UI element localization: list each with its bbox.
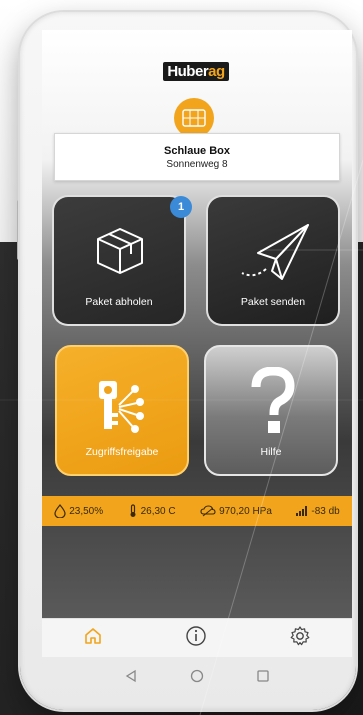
paper-plane-icon xyxy=(241,224,309,280)
app-screen: Huberag Schlaue Box Sonnenweg 8 Paket ab… xyxy=(42,30,352,618)
brand-logo: Huberag xyxy=(159,60,233,82)
question-mark-icon xyxy=(251,367,295,433)
access-share-button[interactable]: Zugriffsfreigabe xyxy=(55,345,189,476)
box-address: Sonnenweg 8 xyxy=(166,158,228,170)
send-package-button[interactable]: Paket senden xyxy=(206,195,340,326)
recents-square-icon[interactable] xyxy=(256,669,270,688)
signal-stat: -83 db xyxy=(296,505,340,517)
box-name: Schlaue Box xyxy=(163,144,231,157)
access-share-label: Zugriffsfreigabe xyxy=(85,446,159,458)
signal-strength-icon xyxy=(296,506,308,516)
package-box-icon xyxy=(97,228,143,274)
send-package-label: Paket senden xyxy=(240,296,306,308)
home-icon[interactable] xyxy=(83,626,103,651)
box-avatar-icon xyxy=(174,98,214,138)
signal-value: -83 db xyxy=(311,505,340,517)
system-navigation xyxy=(42,656,352,700)
pressure-value: 970,20 HPa xyxy=(219,505,272,517)
pickup-count-badge: 1 xyxy=(170,196,192,218)
key-network-icon xyxy=(99,381,144,433)
temperature-value: 26,30 C xyxy=(140,505,176,517)
back-triangle-icon[interactable] xyxy=(124,669,138,688)
logo-text-prefix: Huber xyxy=(167,62,209,80)
cloud-pressure-icon xyxy=(200,505,216,517)
pickup-package-label: Paket abholen xyxy=(85,296,153,308)
humidity-value: 23,50% xyxy=(69,505,104,517)
box-selector-card[interactable]: Schlaue Box Sonnenweg 8 xyxy=(54,133,340,181)
pickup-package-button[interactable]: Paket abholen xyxy=(52,195,186,326)
help-button[interactable]: Hilfe xyxy=(204,345,338,476)
help-label: Hilfe xyxy=(260,446,282,458)
droplet-icon xyxy=(54,504,66,518)
pressure-stat: 970,20 HPa xyxy=(200,505,272,517)
humidity-stat: 23,50% xyxy=(54,504,103,518)
home-circle-icon[interactable] xyxy=(190,669,204,688)
info-icon[interactable] xyxy=(185,625,207,652)
logo-text-accent: ag xyxy=(208,62,225,80)
thermometer-icon xyxy=(130,504,136,517)
bottom-navigation xyxy=(42,618,352,657)
temperature-stat: 26,30 C xyxy=(128,504,176,518)
gear-icon[interactable] xyxy=(289,625,311,652)
sensor-status-bar: 23,50% 26,30 C 970,20 HPa -83 db xyxy=(42,496,352,526)
